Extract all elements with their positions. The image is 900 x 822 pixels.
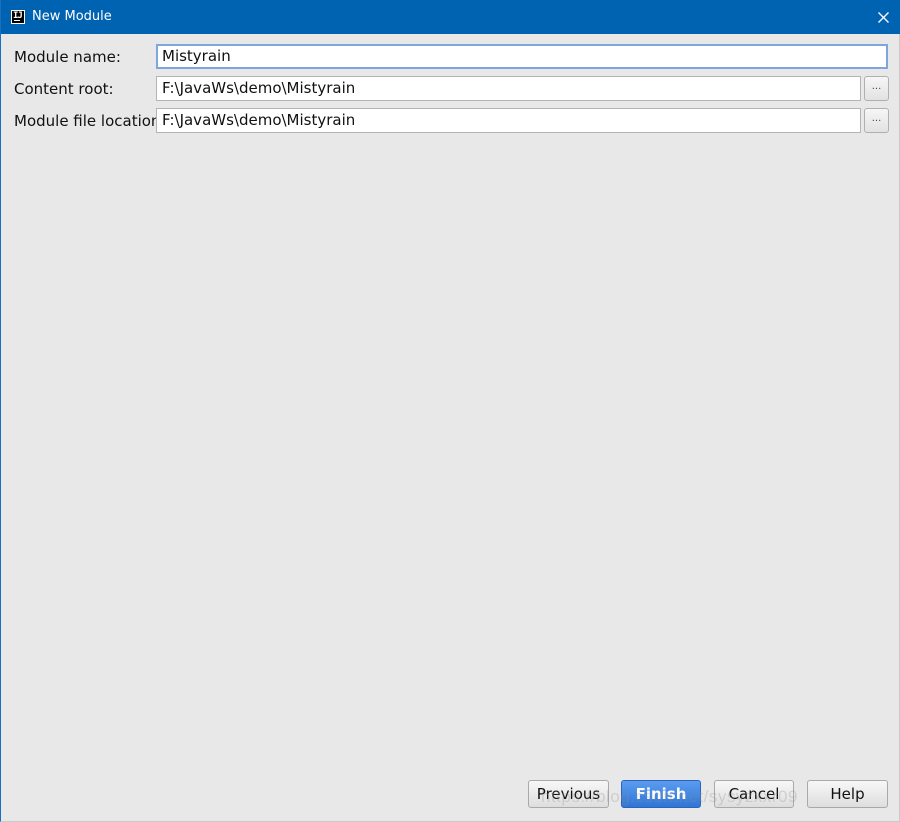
finish-button[interactable]: Finish (621, 780, 701, 808)
help-button[interactable]: Help (807, 780, 888, 808)
module-file-location-browse-button[interactable]: ... (864, 108, 889, 133)
module-file-location-label: Module file location: (14, 112, 166, 130)
module-name-input[interactable]: Mistyrain (156, 44, 888, 69)
content-root-browse-button[interactable]: ... (864, 76, 889, 101)
content-root-label: Content root: (14, 80, 114, 98)
module-file-location-input[interactable]: F:\JavaWs\demo\Mistyrain (156, 108, 861, 133)
title-bar: IJ New Module (1, 0, 900, 34)
module-name-label: Module name: (14, 48, 121, 66)
close-button[interactable] (866, 0, 900, 34)
cancel-button[interactable]: Cancel (714, 780, 794, 808)
close-icon (878, 12, 889, 23)
new-module-dialog: IJ New Module Module name: Mistyrain Con… (0, 0, 900, 822)
previous-button[interactable]: Previous (528, 780, 609, 808)
dialog-title: New Module (32, 9, 112, 24)
intellij-idea-icon: IJ (11, 10, 25, 24)
content-root-input[interactable]: F:\JavaWs\demo\Mistyrain (156, 76, 861, 101)
